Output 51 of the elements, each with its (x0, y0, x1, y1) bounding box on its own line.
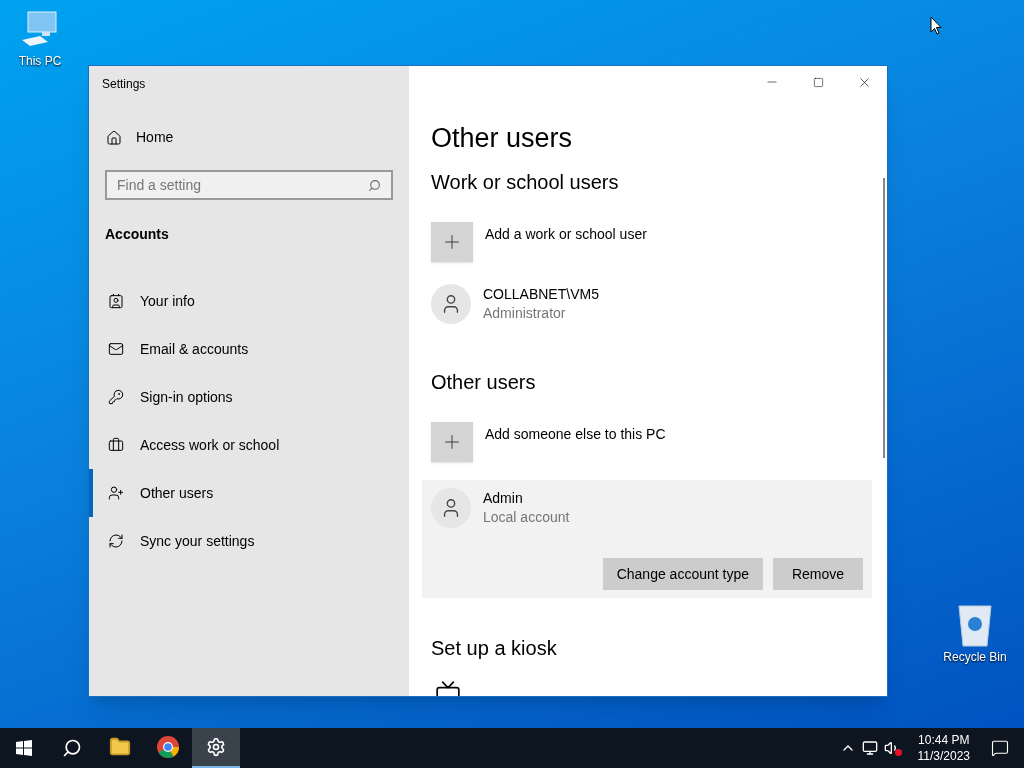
muted-speaker-icon[interactable] (883, 740, 902, 756)
nav-item[interactable]: Access work or school (89, 421, 409, 469)
search-icon (62, 738, 82, 758)
speech-bubble-icon (991, 739, 1009, 757)
account-type: Administrator (483, 304, 567, 323)
settings-app-button[interactable] (192, 728, 240, 768)
envelope-icon (108, 341, 124, 357)
search-field[interactable]: Find a setting (105, 170, 393, 200)
section-heading: Set up a kiosk (431, 636, 558, 661)
section-heading: Work or school users (431, 170, 620, 195)
user-name: COLLABNET\VM5 (483, 285, 599, 304)
user-entry[interactable]: COLLABNET\VM5 Administrator (431, 276, 863, 332)
user-name: Admin (483, 489, 524, 508)
home-icon (106, 129, 122, 146)
account-type: Local account (483, 508, 570, 527)
nav-item[interactable]: Email & accounts (89, 325, 409, 373)
user-plus-icon (108, 485, 124, 501)
clock-date: 11/3/2023 (917, 748, 970, 764)
add-user-link[interactable]: Add someone else to this PC (485, 424, 666, 445)
add-user-link[interactable]: Add a work or school user (485, 224, 647, 245)
recycle-bin-icon[interactable] (955, 602, 995, 648)
folder-icon (109, 736, 131, 758)
maximize-icon (812, 76, 824, 88)
section-heading: Other users (431, 370, 537, 395)
add-tile[interactable] (431, 422, 473, 462)
search-input[interactable]: Find a setting (117, 174, 368, 196)
window-title: Settings (102, 76, 147, 93)
change-account-type-button[interactable]: Change account type (602, 558, 763, 590)
home-nav-item[interactable]: Home (106, 127, 409, 148)
clock-time: 10:44 PM (918, 732, 970, 748)
windows-logo-icon (16, 740, 32, 756)
nav-item[interactable]: Your info (89, 277, 409, 325)
contact-card-icon (108, 293, 124, 309)
remove-button[interactable]: Remove (773, 558, 863, 590)
page-title: Other users (431, 122, 574, 155)
mouse-cursor-icon (930, 16, 942, 36)
gear-icon (206, 737, 226, 757)
network-icon[interactable] (861, 740, 878, 756)
desktop-icon-label[interactable]: Recycle Bin (943, 648, 1007, 666)
search-icon (368, 178, 381, 192)
add-tile[interactable] (431, 222, 473, 262)
browser-logo-icon (156, 735, 180, 759)
nav-item[interactable]: Sync your settings (89, 517, 409, 565)
scrollbar[interactable] (883, 178, 885, 458)
clock[interactable]: 10:44 PM 11/3/2023 (911, 732, 976, 764)
key-icon (108, 389, 124, 405)
section-heading: Accounts (105, 225, 170, 244)
briefcase-icon (108, 437, 124, 453)
sync-icon (108, 533, 124, 549)
nav-item[interactable]: Sign-in options (89, 373, 409, 421)
user-entry[interactable]: Admin Local account Change account type Remove (422, 480, 872, 598)
